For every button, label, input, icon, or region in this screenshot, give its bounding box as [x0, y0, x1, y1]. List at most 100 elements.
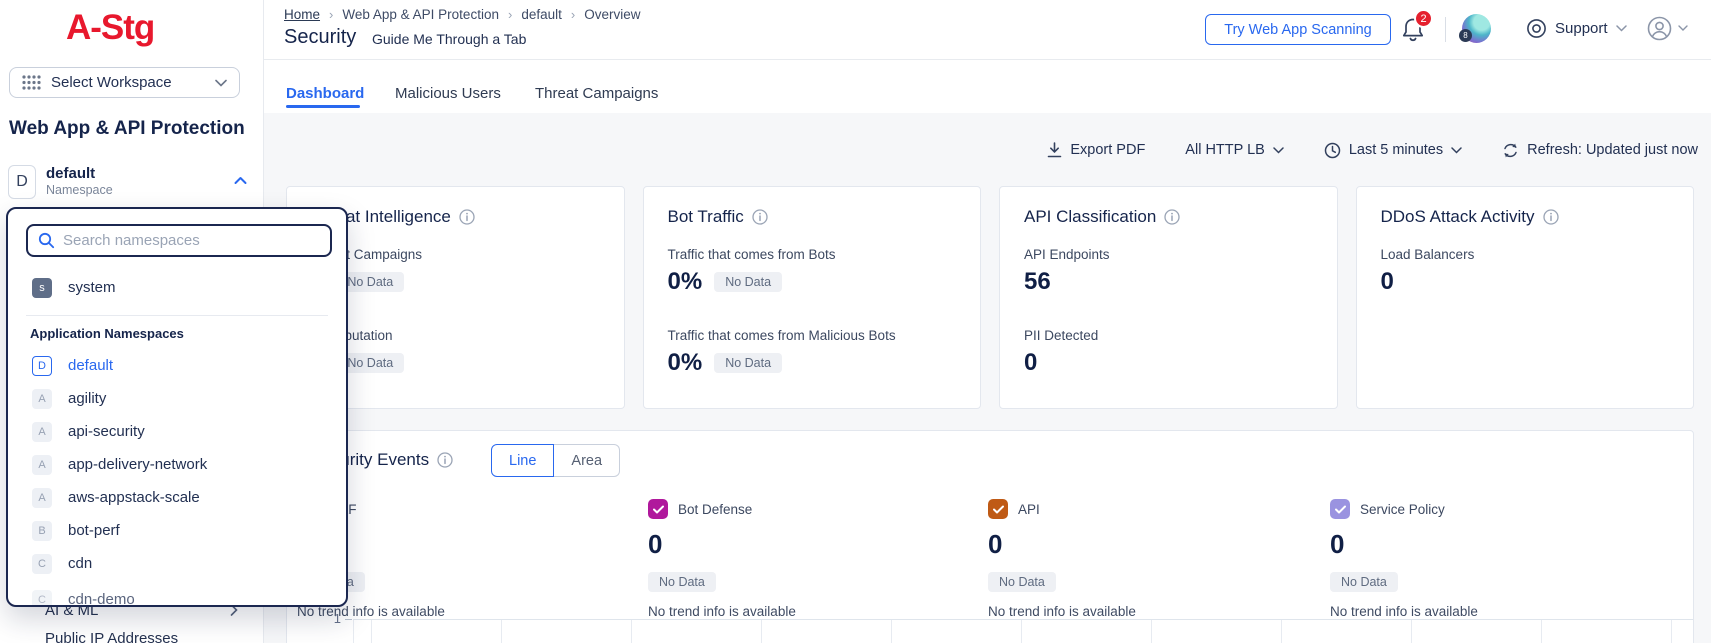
chevron-down-icon [1678, 25, 1688, 32]
select-workspace-label: Select Workspace [51, 74, 205, 91]
stat-value: 56 [1024, 268, 1051, 296]
sidebar-item-public-ip[interactable]: Public IP Addresses [45, 630, 178, 643]
legend-note: No trend info is available [1330, 604, 1478, 619]
no-data-badge: No Data [988, 572, 1056, 592]
namespace-search-box [26, 224, 332, 257]
security-events-chart [353, 619, 1693, 643]
info-icon[interactable] [459, 209, 475, 225]
y-axis-tick-label: 1 [315, 611, 341, 626]
stat-label: IP Reputation [311, 328, 600, 343]
namespace-option-aws-appstack-scale[interactable]: A aws-appstack-scale [8, 481, 346, 514]
select-workspace-button[interactable]: Select Workspace [9, 67, 240, 98]
namespace-option-agility[interactable]: A agility [8, 382, 346, 415]
account-menu[interactable] [1646, 15, 1688, 42]
legend-bot-defense: Bot Defense 0 No Data No trend info is a… [648, 499, 796, 619]
user-icon [1646, 15, 1673, 42]
card-bot-traffic: Bot Traffic Traffic that comes from Bots… [643, 186, 982, 409]
breadcrumb-item[interactable]: Web App & API Protection [342, 7, 499, 22]
card-title: API Classification [1024, 207, 1156, 227]
notification-count-badge: 2 [1414, 9, 1433, 28]
namespace-initial-badge: C [32, 554, 52, 574]
refresh-icon [1502, 142, 1519, 159]
breadcrumb-separator: › [571, 7, 575, 22]
time-range-filter[interactable]: Last 5 minutes [1324, 142, 1462, 159]
namespace-initial-badge: A [32, 455, 52, 475]
chevron-down-icon [1451, 147, 1462, 154]
chevron-up-icon[interactable] [234, 176, 247, 185]
legend-value: 0 [988, 529, 1136, 560]
time-range-value: Last 5 minutes [1349, 142, 1443, 158]
service-policy-checkbox[interactable] [1330, 499, 1350, 519]
namespace-option-label: api-security [68, 423, 145, 440]
namespace-option-label: cdn-demo [68, 591, 135, 607]
dropdown-section-header: Application Namespaces [30, 326, 184, 341]
api-checkbox[interactable] [988, 499, 1008, 519]
namespace-initial-badge: C [32, 590, 52, 608]
try-web-app-scanning-button[interactable]: Try Web App Scanning [1205, 14, 1391, 45]
stat-value: 0% [668, 349, 703, 377]
clock-icon [1324, 142, 1341, 159]
chevron-down-icon [1273, 147, 1284, 154]
namespace-option-default[interactable]: D default [8, 349, 346, 382]
app-window: A-Stg Select Workspace Web App & API Pro… [0, 0, 1711, 643]
legend-value: 0 [1330, 529, 1478, 560]
tenant-logo: A-Stg [66, 8, 154, 48]
y-axis-tick-mark [345, 619, 352, 620]
legend-label: API [1018, 502, 1040, 517]
tenant-avatar[interactable]: 8 [1462, 14, 1491, 43]
namespace-option-bot-perf[interactable]: B bot-perf [8, 514, 346, 547]
bot-defense-checkbox[interactable] [648, 499, 668, 519]
no-data-badge: No Data [714, 353, 782, 373]
breadcrumb-separator: › [508, 7, 512, 22]
stat-value: 0 [1381, 268, 1394, 296]
tab-threat-campaigns[interactable]: Threat Campaigns [535, 85, 658, 102]
namespace-initial-badge: B [32, 521, 52, 541]
download-icon [1047, 142, 1062, 158]
tab-malicious-users[interactable]: Malicious Users [395, 85, 501, 102]
namespace-search-input[interactable] [63, 232, 320, 249]
namespace-option-cdn-demo[interactable]: C cdn-demo [8, 583, 346, 607]
namespace-initial-badge: A [32, 389, 52, 409]
export-pdf-button[interactable]: Export PDF [1047, 142, 1145, 158]
card-api-classification: API Classification API Endpoints 56 PII … [999, 186, 1338, 409]
namespace-name: default [46, 165, 95, 182]
breadcrumb-item[interactable]: default [521, 7, 562, 22]
notifications-button[interactable]: 2 [1400, 16, 1430, 46]
namespace-option-label: app-delivery-network [68, 456, 207, 473]
info-icon[interactable] [437, 452, 453, 468]
info-icon[interactable] [1543, 209, 1559, 225]
tab-dashboard[interactable]: Dashboard [286, 85, 364, 102]
toggle-line-button[interactable]: Line [491, 444, 554, 477]
namespace-initial-badge: A [32, 488, 52, 508]
card-ddos-attack-activity: DDoS Attack Activity Load Balancers 0 [1356, 186, 1695, 409]
namespace-option-cdn[interactable]: C cdn [8, 547, 346, 580]
namespace-option-api-security[interactable]: A api-security [8, 415, 346, 448]
legend-value: 0 [648, 529, 796, 560]
summary-cards-row: Threat Intelligence Threat Campaigns 0 N… [286, 186, 1694, 409]
search-icon [38, 232, 55, 249]
namespace-option-label: system [68, 279, 116, 296]
namespace-initial-badge: D [8, 165, 36, 199]
security-events-section: Security Events Line Area WAF 0 No Data … [286, 430, 1694, 643]
support-menu[interactable]: Support [1526, 18, 1627, 39]
sidebar-item-label: Public IP Addresses [45, 630, 178, 643]
namespace-option-system[interactable]: s system [8, 271, 346, 304]
toggle-area-button[interactable]: Area [554, 444, 620, 477]
breadcrumb-item[interactable]: Overview [584, 7, 640, 22]
sidebar-section-title: Web App & API Protection [9, 118, 245, 140]
info-icon[interactable] [752, 209, 768, 225]
namespace-initial-badge: A [32, 422, 52, 442]
tab-bar: Dashboard Malicious Users Threat Campaig… [264, 60, 1711, 113]
breadcrumb-home-link[interactable]: Home [284, 7, 320, 22]
namespace-option-label: cdn [68, 555, 92, 572]
info-icon[interactable] [1164, 209, 1180, 225]
namespace-dropdown: s system Application Namespaces D defaul… [6, 207, 348, 607]
namespace-option-label: bot-perf [68, 522, 120, 539]
chevron-down-icon [1616, 25, 1627, 32]
legend-note: No trend info is available [988, 604, 1136, 619]
namespace-option-app-delivery-network[interactable]: A app-delivery-network [8, 448, 346, 481]
load-balancer-filter[interactable]: All HTTP LB [1185, 142, 1284, 158]
guide-me-link[interactable]: Guide Me Through a Tab [372, 31, 526, 47]
refresh-button[interactable]: Refresh: Updated just now [1502, 142, 1698, 159]
stat-label: PII Detected [1024, 328, 1313, 343]
